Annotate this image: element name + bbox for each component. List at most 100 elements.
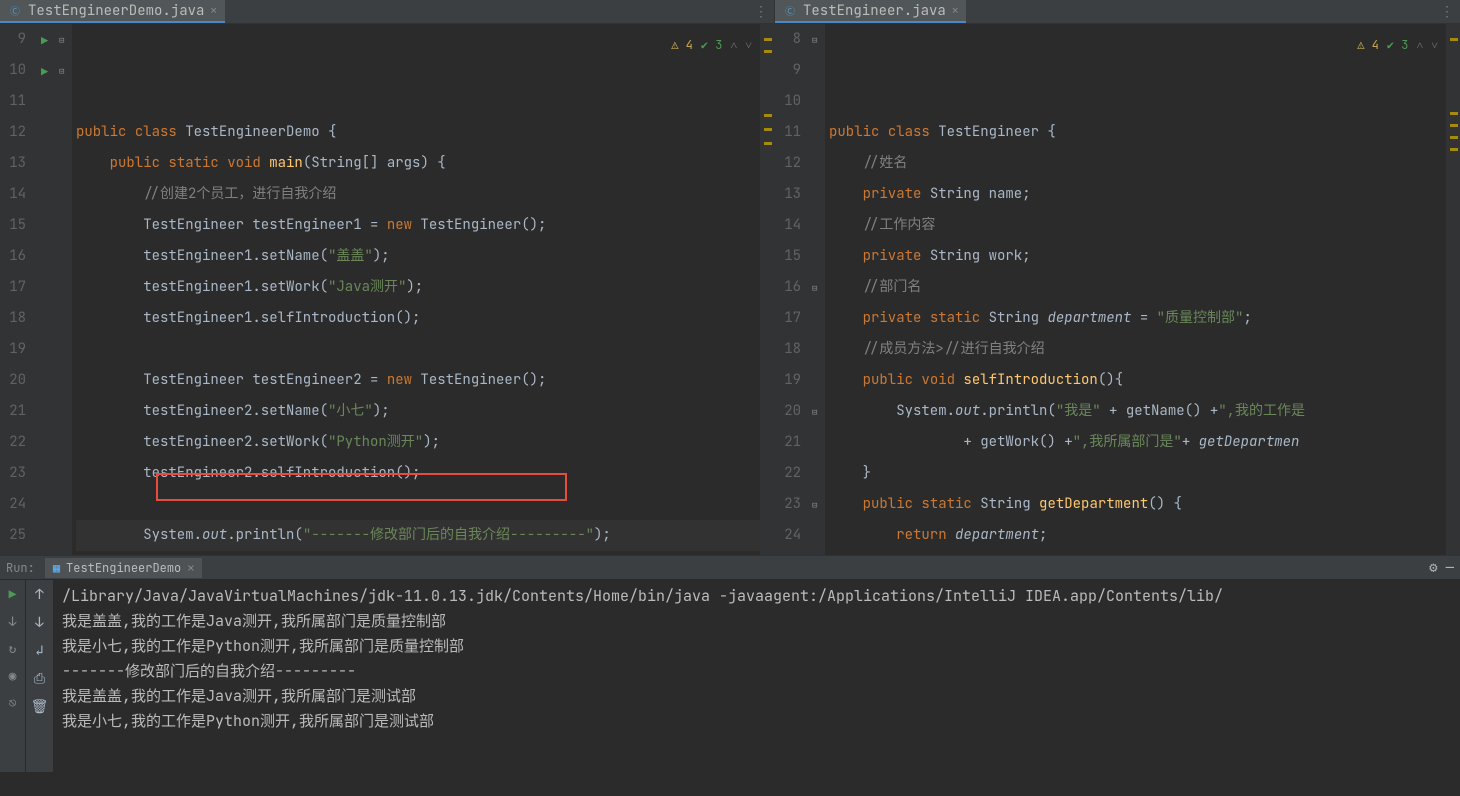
- code-line[interactable]: public void selfIntroduction(){: [829, 365, 1446, 396]
- trash-icon[interactable]: 🗑: [31, 698, 49, 716]
- close-icon[interactable]: ✕: [187, 560, 194, 576]
- nav-down-icon[interactable]: ˅: [745, 30, 752, 61]
- code-line[interactable]: private String name;: [829, 179, 1446, 210]
- java-file-icon: Ⓒ: [8, 4, 22, 18]
- code-content[interactable]: ⚠ 4 ✔ 3 ˄ ˅ public class TestEngineerDem…: [72, 24, 760, 555]
- marker-bar[interactable]: [1446, 24, 1460, 555]
- close-icon[interactable]: ✕: [210, 4, 217, 18]
- code-line[interactable]: testEngineer1.selfIntroduction();: [76, 303, 760, 334]
- editor-split: Ⓒ TestEngineerDemo.java ✕ ⋮ 910111213141…: [0, 0, 1460, 555]
- hide-icon[interactable]: —: [1446, 559, 1454, 577]
- code-line[interactable]: System.out.println("-------修改部门后的自我介绍---…: [76, 520, 760, 551]
- line-number: 25: [6, 520, 26, 551]
- fold-icon[interactable]: ⊟: [812, 282, 817, 294]
- editor-pane-right: Ⓒ TestEngineer.java ✕ ⋮ 8910111213141516…: [775, 0, 1460, 555]
- line-number: 25: [781, 551, 801, 555]
- code-line[interactable]: [76, 489, 760, 520]
- line-number: 22: [6, 427, 26, 458]
- fold-icon[interactable]: ⊟: [59, 65, 64, 77]
- fold-icon[interactable]: ⊟: [812, 499, 817, 511]
- line-number: 23: [6, 458, 26, 489]
- pane-menu-icon[interactable]: ⋮: [1434, 3, 1460, 21]
- code-line[interactable]: testEngineer2.setWork("Python测开");: [76, 427, 760, 458]
- line-number: 13: [6, 148, 26, 179]
- code-line[interactable]: testEngineer1.setWork("Java测开");: [76, 272, 760, 303]
- code-area-right[interactable]: 8910111213141516171819202122232425 ⊟⊟⊟⊟ …: [775, 24, 1460, 555]
- code-line[interactable]: //部门名: [829, 272, 1446, 303]
- tab-testengineer-demo[interactable]: Ⓒ TestEngineerDemo.java ✕: [0, 0, 225, 23]
- inspection-indicators[interactable]: ⚠ 4 ✔ 3 ˄ ˅: [671, 30, 752, 61]
- line-number: 21: [781, 427, 801, 458]
- code-line[interactable]: //工作内容: [829, 210, 1446, 241]
- line-number: 9: [781, 55, 801, 86]
- run-gutter: ▶▶: [36, 24, 58, 555]
- editor-pane-left: Ⓒ TestEngineerDemo.java ✕ ⋮ 910111213141…: [0, 0, 775, 555]
- wrap-icon[interactable]: ↲: [35, 642, 43, 660]
- inspection-indicators[interactable]: ⚠ 4 ✔ 3 ˄ ˅: [1357, 30, 1438, 61]
- fold-icon[interactable]: ⊟: [812, 34, 817, 46]
- code-content[interactable]: ⚠ 4 ✔ 3 ˄ ˅ public class TestEngineer { …: [825, 24, 1446, 555]
- line-number: 12: [6, 117, 26, 148]
- line-number: 14: [6, 179, 26, 210]
- line-number: 26: [6, 551, 26, 555]
- close-icon[interactable]: ✕: [952, 4, 959, 18]
- code-line[interactable]: testEngineer2.selfIntroduction();: [76, 458, 760, 489]
- code-line[interactable]: //创建2个员工，进行自我介绍: [76, 179, 760, 210]
- stop-icon[interactable]: ↓: [9, 613, 17, 630]
- code-line[interactable]: private static String department = "质量控制…: [829, 303, 1446, 334]
- code-line[interactable]: public class TestEngineerDemo {: [76, 117, 760, 148]
- code-line[interactable]: public static String getDepartment() {: [829, 489, 1446, 520]
- code-line[interactable]: return department;: [829, 520, 1446, 551]
- code-line[interactable]: + getWork() +",我所属部门是"+ getDepartmen: [829, 427, 1446, 458]
- nav-down-icon[interactable]: ˅: [1431, 30, 1438, 61]
- run-tool-window: Run: ▦ TestEngineerDemo ✕ ⚙ — ▶ ↓ ↻ ◉ ⎋ …: [0, 555, 1460, 772]
- fold-icon[interactable]: ⊟: [812, 406, 817, 418]
- console-output[interactable]: /Library/Java/JavaVirtualMachines/jdk-11…: [54, 580, 1460, 772]
- code-line[interactable]: testEngineer2.setName("小七");: [76, 396, 760, 427]
- pane-menu-icon[interactable]: ⋮: [748, 3, 774, 21]
- code-line[interactable]: TestEngineer.setDepartment("测试部");: [76, 551, 760, 555]
- ok-icon[interactable]: ✔ 3: [1387, 30, 1409, 61]
- ok-icon[interactable]: ✔ 3: [701, 30, 723, 61]
- line-number: 23: [781, 489, 801, 520]
- settings-icon[interactable]: ⚙: [1429, 559, 1437, 577]
- code-line[interactable]: TestEngineer testEngineer1 = new TestEng…: [76, 210, 760, 241]
- line-number: 14: [781, 210, 801, 241]
- code-line[interactable]: public static void main(String[] args) {: [76, 148, 760, 179]
- run-line-icon[interactable]: ▶: [41, 64, 48, 80]
- camera-icon[interactable]: ◉: [9, 667, 17, 684]
- code-area-left[interactable]: 91011121314151617181920212223242526 ▶▶ ⊟…: [0, 24, 774, 555]
- tab-label: TestEngineer.java: [803, 2, 946, 20]
- code-line[interactable]: //姓名: [829, 148, 1446, 179]
- run-line-icon[interactable]: ▶: [41, 33, 48, 49]
- line-number: 24: [781, 520, 801, 551]
- marker-bar[interactable]: [760, 24, 774, 555]
- code-line[interactable]: private String work;: [829, 241, 1446, 272]
- restart-icon[interactable]: ↻: [9, 640, 17, 657]
- down-icon[interactable]: ↓: [35, 614, 43, 632]
- code-line[interactable]: public class TestEngineer {: [829, 117, 1446, 148]
- code-line[interactable]: [76, 334, 760, 365]
- code-line[interactable]: }: [829, 458, 1446, 489]
- nav-up-icon[interactable]: ˄: [1416, 30, 1423, 61]
- warning-icon[interactable]: ⚠ 4: [1357, 30, 1379, 61]
- code-line[interactable]: }: [829, 551, 1446, 555]
- tab-testengineer[interactable]: Ⓒ TestEngineer.java ✕: [775, 0, 966, 23]
- rerun-icon[interactable]: ▶: [9, 586, 17, 603]
- fold-icon[interactable]: ⊟: [59, 34, 64, 46]
- run-config-tab[interactable]: ▦ TestEngineerDemo ✕: [45, 558, 203, 578]
- warning-icon[interactable]: ⚠ 4: [671, 30, 693, 61]
- code-line[interactable]: //成员方法>//进行自我介绍: [829, 334, 1446, 365]
- code-line[interactable]: TestEngineer testEngineer2 = new TestEng…: [76, 365, 760, 396]
- code-line[interactable]: System.out.println("我是" + getName() +",我…: [829, 396, 1446, 427]
- nav-up-icon[interactable]: ˄: [730, 30, 737, 61]
- up-icon[interactable]: ↑: [35, 586, 43, 604]
- exit-icon[interactable]: ⎋: [9, 694, 17, 711]
- line-number: 18: [781, 334, 801, 365]
- code-line[interactable]: testEngineer1.setName("盖盖");: [76, 241, 760, 272]
- line-number: 11: [6, 86, 26, 117]
- line-number: 17: [6, 272, 26, 303]
- line-number: 20: [6, 365, 26, 396]
- app-icon: ▦: [53, 560, 60, 576]
- print-icon[interactable]: ⎙: [34, 670, 45, 688]
